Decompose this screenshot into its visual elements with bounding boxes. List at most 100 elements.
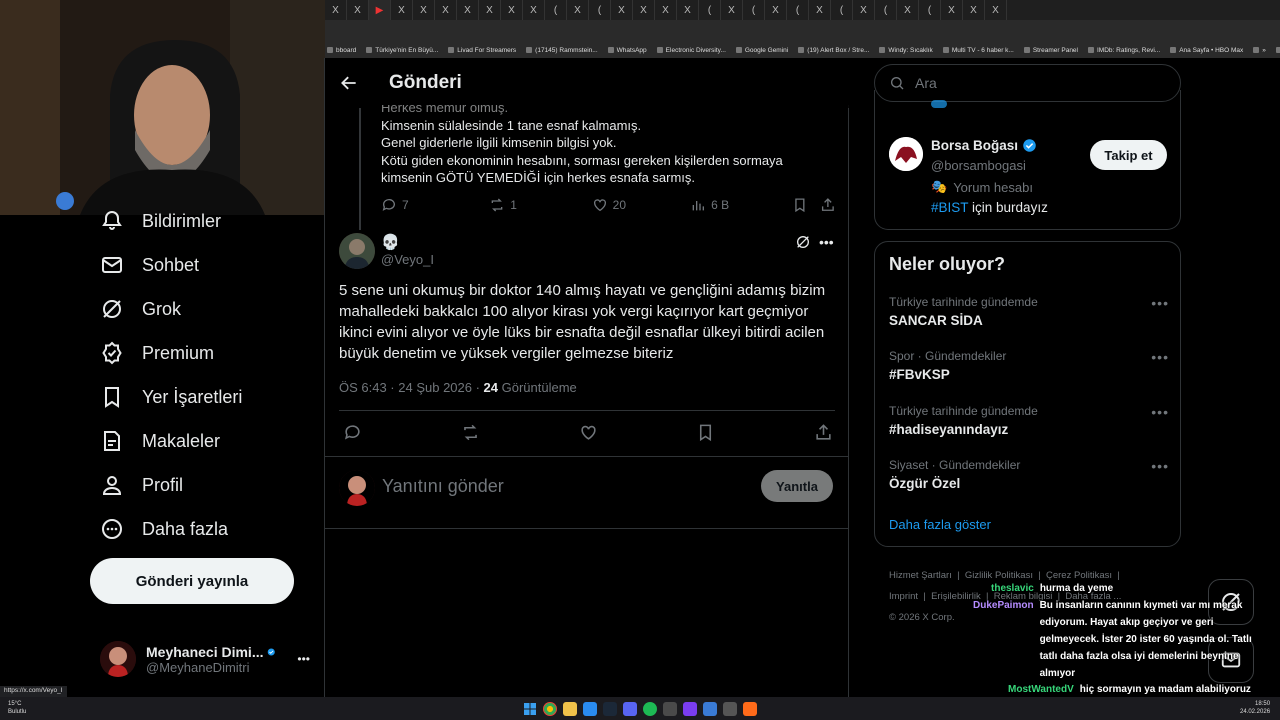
bookmark-item[interactable]: Streamer Panel xyxy=(1023,47,1078,54)
browser-tab[interactable]: ▶ xyxy=(369,0,391,20)
browser-tab[interactable]: X xyxy=(567,0,589,20)
trend-item[interactable]: Spor · Gündemdekiler #FBvKSP ••• xyxy=(889,349,1169,382)
browser-tab[interactable]: X xyxy=(963,0,985,20)
browser-tab[interactable]: X xyxy=(479,0,501,20)
browser-tab[interactable]: ( xyxy=(831,0,853,20)
bookmark-item[interactable]: WhatsApp xyxy=(607,47,647,54)
spotify-icon[interactable] xyxy=(643,701,657,716)
reply-button[interactable]: Yanıtla xyxy=(761,470,833,502)
views-action[interactable]: 6 B xyxy=(690,197,792,213)
bookmark-item[interactable]: Electronic Diversity... xyxy=(656,47,726,54)
browser-tab[interactable]: X xyxy=(765,0,787,20)
bookmark-item[interactable]: Tüm Yer İşaretleri xyxy=(1275,47,1280,54)
bookmark-item[interactable]: (19) Alert Box / Stre... xyxy=(798,47,869,54)
nav-articles[interactable]: Makaleler xyxy=(100,421,220,461)
reply-icon[interactable] xyxy=(343,423,362,442)
repost-icon[interactable] xyxy=(461,423,480,442)
footer-link[interactable]: Imprint xyxy=(889,591,918,602)
browser-tab[interactable]: X xyxy=(391,0,413,20)
bookmark-item[interactable]: Multi TV - 6 haber k... xyxy=(942,47,1014,54)
bookmark-item[interactable]: Ana Sayfa • HBO Max xyxy=(1170,47,1243,54)
bookmark-item[interactable]: (17145) Rammstein... xyxy=(526,47,598,54)
share-icon[interactable] xyxy=(820,197,836,213)
browser-tab[interactable]: X xyxy=(611,0,633,20)
bookmark-item[interactable]: Livad For Streamers xyxy=(448,47,516,54)
account-switcher[interactable]: Meyhaneci Dimi... @MeyhaneDimitri ••• xyxy=(100,635,310,683)
reply-input[interactable]: Yanıtını gönder xyxy=(382,476,504,497)
windows-start-icon[interactable] xyxy=(523,702,537,716)
chrome-icon[interactable] xyxy=(543,701,557,716)
browser-tab[interactable]: X xyxy=(325,0,347,20)
nav-bookmarks[interactable]: Yer İşaretleri xyxy=(100,377,242,417)
trend-item[interactable]: Siyaset · Gündemdekiler Özgür Özel ••• xyxy=(889,458,1169,491)
browser-address-bar[interactable] xyxy=(325,20,1280,42)
bookmark-item[interactable]: » xyxy=(1253,47,1266,54)
browser-tab[interactable]: ( xyxy=(699,0,721,20)
nav-notifications[interactable]: Bildirimler xyxy=(100,201,221,241)
browser-tab[interactable]: ( xyxy=(919,0,941,20)
bookmark-item[interactable]: Google Gemini xyxy=(735,47,788,54)
app-icon[interactable] xyxy=(703,701,717,716)
browser-tab[interactable]: X xyxy=(941,0,963,20)
trend-more-icon[interactable]: ••• xyxy=(1151,404,1169,420)
nav-chat[interactable]: Sohbet xyxy=(100,245,199,285)
weather-widget[interactable]: 15°C Bulutlu xyxy=(8,700,26,716)
bookmark-item[interactable]: Windy: Sıcaklık xyxy=(879,47,933,54)
nav-premium[interactable]: Premium xyxy=(100,333,214,373)
browser-tab[interactable]: X xyxy=(347,0,369,20)
heart-icon[interactable] xyxy=(579,423,598,442)
follow-button[interactable]: Takip et xyxy=(1090,140,1167,170)
nav-profile[interactable]: Profil xyxy=(100,465,183,505)
browser-tab[interactable]: X xyxy=(721,0,743,20)
browser-tab[interactable]: X xyxy=(501,0,523,20)
browser-tab[interactable]: X xyxy=(457,0,479,20)
footer-link[interactable]: Hizmet Şartları xyxy=(889,570,952,581)
back-arrow-icon[interactable] xyxy=(339,73,359,93)
browser-tab[interactable]: X xyxy=(985,0,1007,20)
grok-icon[interactable] xyxy=(795,234,811,250)
app-icon[interactable] xyxy=(683,701,697,716)
trend-more-icon[interactable]: ••• xyxy=(1151,458,1169,474)
bookmark-item[interactable]: Türkiye'nin En Büyü... xyxy=(366,47,438,54)
browser-tab[interactable]: ( xyxy=(545,0,567,20)
hashtag-link[interactable]: #BIST xyxy=(931,200,968,215)
bookmark-item[interactable]: IMDb: Ratings, Revi... xyxy=(1088,47,1160,54)
trend-item[interactable]: Türkiye tarihinde gündemde #hadiseyanınd… xyxy=(889,404,1169,437)
author-name-emoji[interactable]: 💀 xyxy=(381,233,400,251)
discord-icon[interactable] xyxy=(623,701,637,716)
author-avatar[interactable] xyxy=(339,233,375,269)
browser-tab[interactable]: X xyxy=(809,0,831,20)
reply-action[interactable]: 7 xyxy=(381,197,489,213)
nav-grok[interactable]: Grok xyxy=(100,289,181,329)
app-icon[interactable] xyxy=(663,701,677,716)
suggestion-name-row[interactable]: Borsa Boğası xyxy=(931,138,1037,153)
share-icon[interactable] xyxy=(814,423,833,442)
account-more-icon[interactable]: ••• xyxy=(297,652,310,666)
trend-item[interactable]: Türkiye tarihinde gündemde SANCAR SİDA •… xyxy=(889,295,1169,328)
show-more-link[interactable]: Daha fazla göster xyxy=(889,517,991,532)
app-icon[interactable] xyxy=(723,701,737,716)
suggestion-avatar[interactable] xyxy=(889,137,923,171)
author-handle[interactable]: @Veyo_I xyxy=(381,252,434,267)
browser-tab[interactable]: X xyxy=(523,0,545,20)
browser-tab[interactable]: X xyxy=(853,0,875,20)
browser-tab[interactable]: X xyxy=(897,0,919,20)
browser-tab[interactable]: X xyxy=(435,0,457,20)
app-icon[interactable] xyxy=(583,701,597,716)
file-explorer-icon[interactable] xyxy=(563,701,577,716)
bookmark-icon[interactable] xyxy=(792,197,808,213)
soundcloud-icon[interactable] xyxy=(743,701,757,716)
post-button[interactable]: Gönderi yayınla xyxy=(90,558,294,604)
nav-more[interactable]: Daha fazla xyxy=(100,509,228,549)
trend-more-icon[interactable]: ••• xyxy=(1151,349,1169,365)
browser-tab[interactable]: ( xyxy=(787,0,809,20)
trend-more-icon[interactable]: ••• xyxy=(1151,295,1169,311)
steam-icon[interactable] xyxy=(603,701,617,716)
browser-tab[interactable]: X xyxy=(633,0,655,20)
repost-action[interactable]: 1 xyxy=(489,197,591,213)
browser-tab[interactable]: ( xyxy=(589,0,611,20)
browser-tab[interactable]: ( xyxy=(875,0,897,20)
browser-tab[interactable]: X xyxy=(677,0,699,20)
tweet-more-icon[interactable]: ••• xyxy=(819,234,834,250)
browser-tab[interactable]: X xyxy=(413,0,435,20)
